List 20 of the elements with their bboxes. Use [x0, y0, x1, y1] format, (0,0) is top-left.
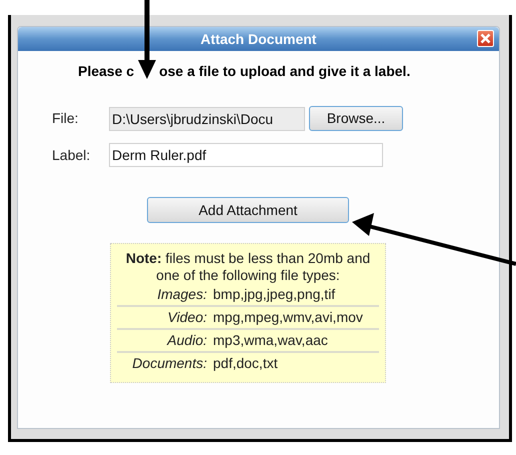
file-type-label: Images:	[117, 284, 210, 306]
close-icon	[480, 33, 491, 44]
file-extensions: pdf,doc,txt	[210, 352, 379, 374]
file-type-label: Video:	[117, 306, 210, 329]
file-extensions: mpg,mpeg,wmv,avi,mov	[210, 306, 379, 329]
file-type-label: Audio:	[117, 329, 210, 352]
label-field[interactable]: Derm Ruler.pdf	[109, 143, 383, 167]
file-extensions: mp3,wma,wav,aac	[210, 329, 379, 352]
file-type-label: Documents:	[117, 352, 210, 374]
field-label: Label:	[52, 146, 92, 164]
browse-button[interactable]: Browse...	[309, 106, 403, 131]
instruction-text: ose a file to upload and give it a label.	[159, 62, 410, 81]
field-label: File:	[52, 109, 80, 128]
add-attachment-button[interactable]: Add Attachment	[147, 197, 349, 223]
note-text: Note: files must be less than 20mb and one of the following file types:	[124, 250, 372, 284]
close-button[interactable]	[477, 30, 494, 47]
dialog-title: Attach Document	[200, 30, 316, 48]
file-path-field[interactable]: D:\Users\jbrudzinski\Docu	[109, 106, 305, 130]
instruction-text: Please c	[78, 62, 134, 81]
file-extensions: bmp,jpg,jpeg,png,tif	[210, 284, 379, 306]
